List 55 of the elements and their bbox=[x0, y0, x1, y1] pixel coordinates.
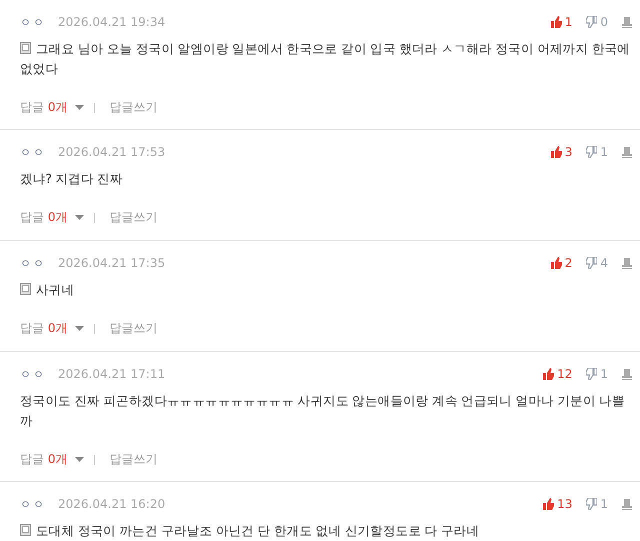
write-reply-link[interactable]: 답글쓰기 bbox=[109, 451, 158, 468]
report-icon[interactable] bbox=[622, 368, 632, 380]
thumbs-down-icon bbox=[586, 368, 598, 380]
thumbs-up-icon bbox=[543, 368, 554, 380]
reply-count-link[interactable]: 답글 0개 bbox=[20, 320, 68, 337]
reply-count-link[interactable]: 답글 0개 bbox=[20, 99, 68, 116]
memo-icon bbox=[20, 42, 31, 54]
write-reply-link[interactable]: 답글쓰기 bbox=[109, 209, 158, 226]
thumbs-down-icon bbox=[586, 498, 598, 510]
author-name: ㅇㅇ bbox=[20, 256, 47, 270]
memo-icon bbox=[20, 524, 31, 536]
memo-icon bbox=[20, 283, 31, 295]
caret-icon[interactable] bbox=[75, 215, 84, 220]
comment-text: 그래요 님아 오늘 정국이 알엠이랑 일본에서 한국으로 같이 입국 했더라 ㅅㄱ해라 정국이 어제까지 한국에 없었다 bbox=[20, 40, 631, 78]
dislike-button[interactable]: 1 bbox=[586, 367, 608, 381]
like-button[interactable]: 13 bbox=[543, 497, 572, 511]
thumbs-down-icon bbox=[586, 257, 598, 269]
dislike-button[interactable]: 1 bbox=[586, 497, 608, 511]
dislike-button[interactable]: 0 bbox=[586, 15, 608, 29]
thumbs-up-icon bbox=[550, 16, 562, 28]
thumbs-up-icon bbox=[550, 146, 562, 158]
reply-count-link[interactable]: 답글 0개 bbox=[20, 209, 68, 226]
author-name: ㅇㅇ bbox=[20, 14, 47, 30]
thumbs-up-icon bbox=[550, 257, 562, 269]
comment-date: 2026.04.21 17:11 bbox=[58, 367, 166, 381]
comment-date: 2026.04.21 16:20 bbox=[58, 497, 166, 511]
dislike-button[interactable]: 4 bbox=[586, 256, 608, 270]
write-reply-link[interactable]: 답글쓰기 bbox=[109, 320, 158, 337]
like-button[interactable]: 1 bbox=[550, 15, 572, 29]
report-icon[interactable] bbox=[622, 258, 632, 268]
thumbs-down-icon bbox=[586, 146, 598, 158]
caret-icon[interactable] bbox=[75, 105, 84, 110]
report-icon[interactable] bbox=[622, 498, 632, 510]
write-reply-link[interactable]: 답글쓰기 bbox=[109, 99, 158, 116]
caret-icon[interactable] bbox=[75, 326, 84, 331]
comment-text: 정국이도 진짜 피곤하겠다ㅠㅠㅠㅠㅠㅠㅠㅠㅠㅠ 사귀지도 않는애들이랑 계속 언급되니 얼마나 기분이 나쁠까 bbox=[20, 392, 626, 430]
like-button[interactable]: 12 bbox=[543, 367, 572, 381]
comment-date: 2026.04.21 19:34 bbox=[58, 15, 166, 29]
comment-text: 겠냐? 지겹다 진짜 bbox=[20, 170, 124, 188]
like-button[interactable]: 3 bbox=[550, 145, 572, 159]
like-button[interactable]: 2 bbox=[550, 256, 572, 270]
reply-count-link[interactable]: 답글 0개 bbox=[20, 451, 68, 468]
thumbs-down-icon bbox=[586, 16, 598, 28]
thumbs-up-icon bbox=[543, 498, 554, 510]
comment-text: 사귀네 bbox=[20, 280, 632, 300]
caret-icon[interactable] bbox=[75, 457, 84, 462]
report-icon[interactable] bbox=[622, 146, 632, 158]
author-name: ㅇㅇ bbox=[20, 496, 47, 512]
comment-text: 도대체 정국이 까는건 구라날조 아닌건 단 한개도 없네 신기할정도로 다 구라네 bbox=[20, 521, 632, 541]
dislike-button[interactable]: 1 bbox=[586, 145, 608, 159]
author-name: ㅇㅇ bbox=[20, 144, 47, 160]
comment-date: 2026.04.21 17:53 bbox=[58, 145, 166, 159]
author-name: ㅇㅇ bbox=[20, 366, 47, 382]
report-icon[interactable] bbox=[622, 16, 632, 28]
comment-date: 2026.04.21 17:35 bbox=[58, 256, 166, 270]
